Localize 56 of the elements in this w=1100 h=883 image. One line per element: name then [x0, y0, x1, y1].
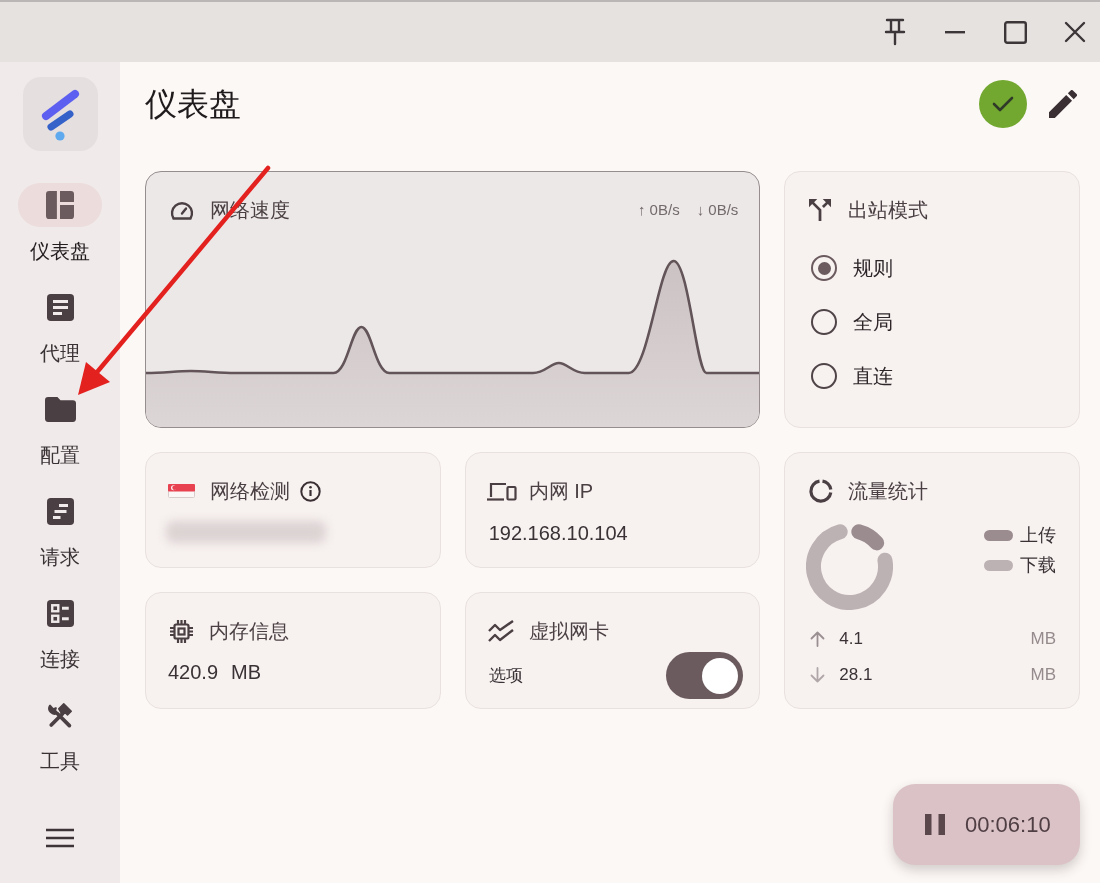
card-title: 出站模式	[848, 198, 929, 222]
document-icon	[46, 293, 74, 321]
zigzag-lines-icon	[487, 620, 514, 642]
toggle-switch[interactable]	[666, 652, 744, 699]
outbound-mode-option[interactable]: 直连	[809, 349, 894, 403]
edit-button[interactable]	[1049, 90, 1077, 118]
upload-segment	[851, 524, 885, 551]
info-icon[interactable]	[300, 480, 321, 502]
card-title: 虚拟网卡	[528, 619, 609, 643]
pause-icon	[925, 814, 945, 835]
timer-button[interactable]: 00:06:10	[893, 784, 1080, 865]
sidebar-nav-item[interactable]: 工具	[18, 693, 102, 773]
flag-icon	[168, 484, 195, 498]
down-arrow-icon	[810, 667, 826, 683]
memory-value: 420.9	[168, 660, 219, 685]
minimize-icon	[945, 30, 965, 34]
download-speed: ↓ 0B/s	[696, 200, 739, 220]
request-list-icon	[46, 497, 74, 525]
sidebar-nav-item[interactable]: 配置	[18, 387, 102, 467]
edit-icon	[1049, 90, 1077, 118]
traffic-value: 28.1	[839, 664, 873, 686]
card-title: 内存信息	[209, 619, 289, 643]
tools-icon	[45, 700, 75, 730]
grid-list-icon	[46, 599, 74, 627]
close-icon	[1064, 21, 1086, 43]
gauge-icon	[170, 200, 194, 220]
split-arrows-icon	[809, 199, 832, 221]
memory-unit: MB	[231, 660, 262, 685]
chip-icon	[170, 619, 193, 643]
menu-icon	[46, 828, 74, 848]
app-logo-icon	[22, 77, 98, 151]
outbound-mode-option[interactable]: 全局	[809, 295, 894, 349]
donut-icon	[809, 479, 834, 503]
dashboard-icon	[46, 191, 74, 219]
status-check-icon	[979, 80, 1027, 128]
sidebar-nav-item[interactable]: 代理	[18, 285, 102, 365]
outbound-mode-option[interactable]: 规则	[809, 241, 894, 295]
legend-label: 上传	[1020, 524, 1056, 547]
card-title: 流量统计	[848, 479, 929, 503]
pin-icon	[884, 18, 906, 46]
devices-icon	[486, 481, 517, 501]
traffic-unit: MB	[1030, 664, 1056, 686]
legend-label: 下载	[1020, 554, 1056, 577]
ip-address: 192.168.10.104	[488, 521, 628, 546]
option-label: 选项	[488, 664, 523, 687]
card-title: 内网 IP	[528, 479, 594, 503]
traffic-value: 4.1	[839, 628, 863, 650]
sidebar-nav-item[interactable]: 请求	[18, 489, 102, 569]
upload-speed: ↑ 0B/s	[637, 200, 680, 220]
page-title: 仪表盘	[145, 85, 241, 124]
card-title: 网络检测	[210, 479, 290, 503]
up-arrow-icon	[810, 631, 826, 647]
traffic-unit: MB	[1030, 628, 1056, 650]
maximize-icon	[1003, 20, 1027, 44]
folder-icon	[44, 396, 76, 422]
sidebar-nav-item[interactable]: 连接	[18, 591, 102, 671]
